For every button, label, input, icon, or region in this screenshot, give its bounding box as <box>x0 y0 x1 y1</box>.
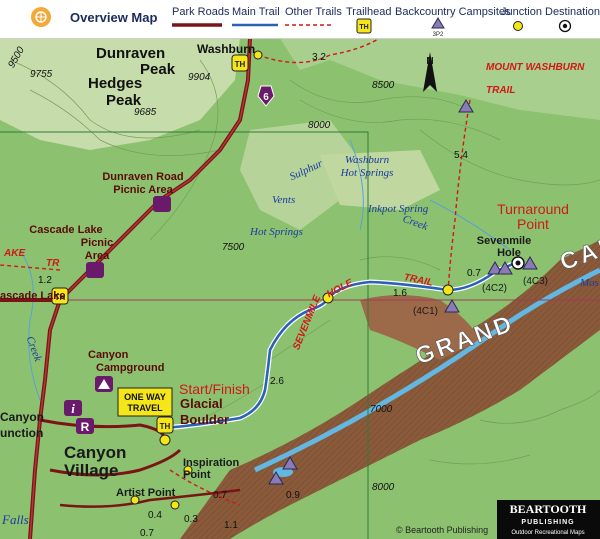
place-label: Picnic Area <box>113 184 173 196</box>
distance-label: 5.4 <box>454 150 468 161</box>
legend-destination-dot <box>562 23 568 29</box>
legend-canvas: Overview Map Park Roads Main Trail Other… <box>31 6 600 38</box>
publisher-sub: PUBLISHING <box>521 519 574 526</box>
publisher-tagline: Outdoor Recreational Maps <box>511 530 584 536</box>
campsite-label: (4C1) <box>413 306 438 317</box>
legend-bar: Overview Map Park Roads Main Trail Other… <box>0 0 600 39</box>
washburn-label: Washburn <box>197 42 255 56</box>
overview-map-title[interactable]: Overview Map <box>70 10 157 25</box>
distance-label: 0.7 <box>213 490 227 501</box>
trail-label: TRAIL <box>486 85 515 96</box>
start-finish-label: Start/Finish <box>179 381 250 397</box>
svg-text:8500: 8500 <box>372 80 395 91</box>
distance-label: 1.1 <box>224 520 238 531</box>
place-label: Point <box>183 469 211 481</box>
place-label: Area <box>85 250 110 262</box>
distance-label: 0.4 <box>148 510 162 521</box>
distance-label: 0.7 <box>140 528 154 539</box>
junction-marker <box>170 500 180 510</box>
place-label: Sevenmile <box>477 235 531 247</box>
trail-label: TR <box>46 258 60 269</box>
peak-name: Hedges <box>88 75 142 92</box>
elevation-label: 9685 <box>134 107 157 118</box>
feature-label: Mos <box>579 277 599 289</box>
place-label: Hole <box>497 247 521 259</box>
legend-label: Destination <box>545 6 600 18</box>
map-canvas: TH TH TH i R 6 N Dunraven Peak 9904 Hedg… <box>0 37 600 539</box>
peak-name: Peak <box>140 61 176 78</box>
place-label: Glacial <box>180 396 223 411</box>
junction-marker <box>442 284 454 296</box>
place-label: Canyon <box>64 443 126 462</box>
trail-label: MOUNT WASHBURN <box>486 62 585 73</box>
legend-trailhead-text: TH <box>359 24 368 31</box>
legend-label: Other Trails <box>285 6 342 18</box>
distance-label: 2.6 <box>270 376 284 387</box>
trailhead-label: TH <box>235 60 246 69</box>
place-label: Village <box>64 461 119 480</box>
place-label: Dunraven Road <box>102 171 183 183</box>
trail-label: AKE <box>3 248 25 259</box>
svg-text:7500: 7500 <box>222 242 245 253</box>
picnic-area-icon <box>153 196 171 212</box>
legend-label: Backcountry Campsites <box>395 6 511 18</box>
distance-label: 0.9 <box>286 490 300 501</box>
place-label: Falls <box>1 512 29 527</box>
feature-label: Inkpot Spring <box>367 203 429 215</box>
legend-campsite-icon <box>431 17 445 29</box>
svg-text:8000: 8000 <box>372 482 395 493</box>
distance-label: 0.7 <box>467 268 481 279</box>
campsite-label: (4C2) <box>482 283 507 294</box>
feature-label: Washburn <box>345 154 390 166</box>
place-label: Campground <box>96 362 164 374</box>
distance-label: 0.3 <box>184 514 198 525</box>
route-number: 6 <box>263 92 269 103</box>
turnaround-label: Point <box>517 216 549 232</box>
elevation-label: 9755 <box>30 69 53 80</box>
trail-map: TH TH TH i R 6 N Dunraven Peak 9904 Hedg… <box>0 0 600 539</box>
one-way-text: ONE WAY <box>124 392 166 402</box>
campsite-label: (4C3) <box>523 276 548 287</box>
place-label: Cascade Lake <box>29 224 102 236</box>
peak-name: Dunraven <box>96 45 165 62</box>
turnaround-label: Turnaround <box>497 201 569 217</box>
place-label: unction <box>0 426 43 440</box>
legend-junction-icon <box>513 21 523 31</box>
place-label: Canyon <box>88 349 129 361</box>
distance-label: 1.6 <box>393 288 407 299</box>
trailhead-label: TH <box>160 422 171 431</box>
legend-label: Junction <box>501 6 542 18</box>
publisher-name: BEARTOOTH <box>510 502 587 516</box>
destination-dot <box>515 260 521 266</box>
distance-label: 3.2 <box>312 52 326 63</box>
place-label: ascade Lake <box>0 290 65 302</box>
elevation-label: 9904 <box>188 72 211 83</box>
picnic-area-icon <box>86 262 104 278</box>
place-label: Canyon <box>0 410 44 424</box>
north-arrow-letter: N <box>426 56 433 67</box>
place-label: Artist Point <box>116 487 176 499</box>
legend-label: Main Trail <box>232 6 280 18</box>
place-label: Picnic <box>81 237 113 249</box>
place-label: Boulder <box>180 412 229 427</box>
feature-label: Vents <box>272 194 295 206</box>
one-way-text: TRAVEL <box>127 403 163 413</box>
distance-label: 1.2 <box>38 275 52 286</box>
feature-label: Hot Springs <box>340 167 394 179</box>
legend-campsite-code: 3P2 <box>433 32 444 38</box>
legend-label: Trailhead <box>346 6 391 18</box>
legend-label: Park Roads <box>172 6 230 18</box>
ranger-icon: R <box>81 420 90 434</box>
info-icon: i <box>71 401 75 416</box>
credit-text: © Beartooth Publishing <box>396 525 488 535</box>
svg-text:7000: 7000 <box>370 404 393 415</box>
feature-label: Hot Springs <box>249 226 303 238</box>
junction-marker <box>159 434 171 446</box>
svg-text:8000: 8000 <box>308 120 331 131</box>
place-label: Inspiration <box>183 457 240 469</box>
